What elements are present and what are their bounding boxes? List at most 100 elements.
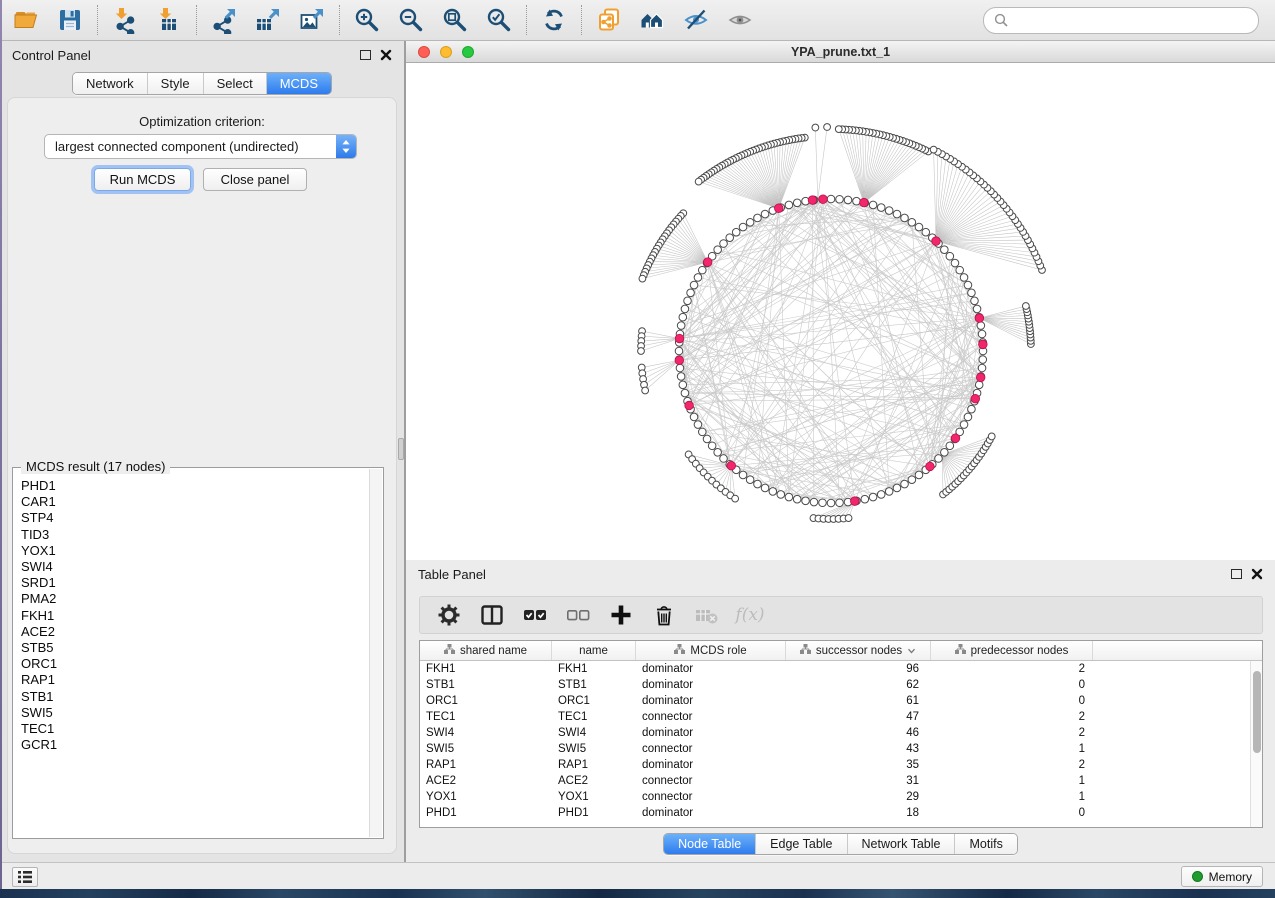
table-tab-motifs[interactable]: Motifs — [954, 834, 1016, 854]
import-network-icon[interactable] — [109, 5, 141, 35]
table-row[interactable]: FKH1FKH1dominator962 — [420, 661, 1262, 677]
result-node-item[interactable]: PHD1 — [21, 478, 369, 494]
table-panel-tabs: Node TableEdge TableNetwork TableMotifs — [663, 833, 1018, 855]
table-cell: 29 — [786, 791, 931, 803]
network-canvas[interactable] — [406, 63, 1275, 560]
table-cell: 0 — [931, 695, 1093, 707]
result-node-item[interactable]: STB1 — [21, 689, 369, 705]
close-table-panel-icon[interactable] — [1251, 568, 1263, 580]
network-window-titlebar[interactable]: YPA_prune.txt_1 — [406, 41, 1275, 63]
delete-row-icon[interactable] — [651, 602, 677, 628]
table-tab-network-table[interactable]: Network Table — [847, 834, 955, 854]
table-row[interactable]: TEC1TEC1connector472 — [420, 709, 1262, 725]
table-cell: PHD1 — [552, 807, 636, 819]
zoom-selected-icon[interactable] — [483, 5, 515, 35]
gear-icon[interactable] — [436, 602, 462, 628]
export-table-icon[interactable] — [252, 5, 284, 35]
tab-mcds[interactable]: MCDS — [266, 73, 331, 94]
table-cell: STB1 — [420, 679, 552, 691]
column-header-label: predecessor nodes — [971, 645, 1069, 657]
table-row[interactable]: PHD1PHD1dominator180 — [420, 805, 1262, 821]
column-header-successor-nodes[interactable]: successor nodes — [786, 641, 931, 660]
select-all-icon[interactable] — [522, 602, 548, 628]
column-header-predecessor-nodes[interactable]: predecessor nodes — [931, 641, 1093, 660]
zoom-in-icon[interactable] — [351, 5, 383, 35]
mcds-result-list[interactable]: PHD1CAR1STP4TID3YOX1SWI4SRD1PMA2FKH1ACE2… — [13, 472, 369, 836]
zoom-fit-icon[interactable] — [439, 5, 471, 35]
result-node-item[interactable]: RAP1 — [21, 672, 369, 688]
close-panel-button[interactable]: Close panel — [203, 168, 307, 191]
show-panels-button[interactable] — [12, 867, 38, 887]
save-session-icon[interactable] — [54, 5, 86, 35]
zoom-out-icon[interactable] — [395, 5, 427, 35]
table-row[interactable]: RAP1RAP1dominator352 — [420, 757, 1262, 773]
float-table-panel-icon[interactable] — [1231, 569, 1242, 579]
export-network-icon[interactable] — [208, 5, 240, 35]
memory-button[interactable]: Memory — [1181, 866, 1263, 887]
result-node-item[interactable]: TID3 — [21, 527, 369, 543]
column-header-shared-name[interactable]: shared name — [420, 641, 552, 660]
table-row[interactable]: ACE2ACE2connector311 — [420, 773, 1262, 789]
table-cell: FKH1 — [552, 663, 636, 675]
deselect-all-icon[interactable] — [565, 602, 591, 628]
show-all-icon[interactable] — [725, 5, 757, 35]
close-panel-icon[interactable] — [380, 49, 392, 61]
table-row[interactable]: SWI5SWI5connector431 — [420, 741, 1262, 757]
column-view-icon[interactable] — [479, 602, 505, 628]
table-cell: 1 — [931, 775, 1093, 787]
table-cell: 43 — [786, 743, 931, 755]
hide-selected-icon[interactable] — [681, 5, 713, 35]
column-type-icon — [444, 644, 455, 657]
column-header-MCDS-role[interactable]: MCDS role — [636, 641, 786, 660]
import-table-icon[interactable] — [153, 5, 185, 35]
first-neighbors-icon[interactable] — [637, 5, 669, 35]
add-row-icon[interactable] — [608, 602, 634, 628]
criterion-select[interactable]: largest connected component (undirected) — [44, 134, 357, 159]
table-tab-node-table[interactable]: Node Table — [664, 834, 755, 854]
table-cell: 1 — [931, 791, 1093, 803]
tab-select[interactable]: Select — [203, 73, 266, 94]
function-builder-icon: f(x) — [737, 602, 763, 628]
search-field[interactable] — [983, 7, 1259, 34]
float-panel-icon[interactable] — [360, 50, 371, 60]
network-graph[interactable] — [406, 63, 1275, 560]
result-node-item[interactable]: ACE2 — [21, 624, 369, 640]
result-node-item[interactable]: SWI4 — [21, 559, 369, 575]
table-scrollbar-thumb[interactable] — [1253, 671, 1261, 753]
table-cell: 2 — [931, 711, 1093, 723]
result-node-item[interactable]: TEC1 — [21, 721, 369, 737]
column-header-name[interactable]: name — [552, 641, 636, 660]
splitter-grip[interactable] — [398, 438, 404, 460]
search-input[interactable] — [1014, 13, 1248, 28]
table-cell: connector — [636, 775, 786, 787]
toolbar-separator — [581, 5, 582, 35]
table-row[interactable]: ORC1ORC1dominator610 — [420, 693, 1262, 709]
result-node-item[interactable]: FKH1 — [21, 608, 369, 624]
result-node-item[interactable]: GCR1 — [21, 737, 369, 753]
result-node-item[interactable]: STB5 — [21, 640, 369, 656]
result-node-item[interactable]: SWI5 — [21, 705, 369, 721]
result-node-item[interactable]: PMA2 — [21, 591, 369, 607]
tab-style[interactable]: Style — [147, 73, 203, 94]
tab-network[interactable]: Network — [73, 73, 147, 94]
run-mcds-button[interactable]: Run MCDS — [94, 168, 191, 191]
table-row[interactable]: SWI4SWI4dominator462 — [420, 725, 1262, 741]
table-tab-edge-table[interactable]: Edge Table — [755, 834, 846, 854]
table-cell: 61 — [786, 695, 931, 707]
result-node-item[interactable]: SRD1 — [21, 575, 369, 591]
result-node-item[interactable]: CAR1 — [21, 494, 369, 510]
result-node-item[interactable]: ORC1 — [21, 656, 369, 672]
duplicate-network-icon[interactable] — [593, 5, 625, 35]
table-scrollbar[interactable] — [1250, 661, 1262, 827]
table-row[interactable]: STB1STB1dominator620 — [420, 677, 1262, 693]
optimization-criterion-label: Optimization criterion: — [0, 114, 404, 129]
toolbar-separator — [339, 5, 340, 35]
export-image-icon[interactable] — [296, 5, 328, 35]
result-node-item[interactable]: YOX1 — [21, 543, 369, 559]
result-node-item[interactable]: STP4 — [21, 510, 369, 526]
apply-layout-icon[interactable] — [538, 5, 570, 35]
table-row[interactable]: YOX1YOX1connector291 — [420, 789, 1262, 805]
open-session-icon[interactable] — [10, 5, 42, 35]
result-list-scrollbar[interactable] — [369, 469, 382, 837]
table-cell: 1 — [931, 743, 1093, 755]
